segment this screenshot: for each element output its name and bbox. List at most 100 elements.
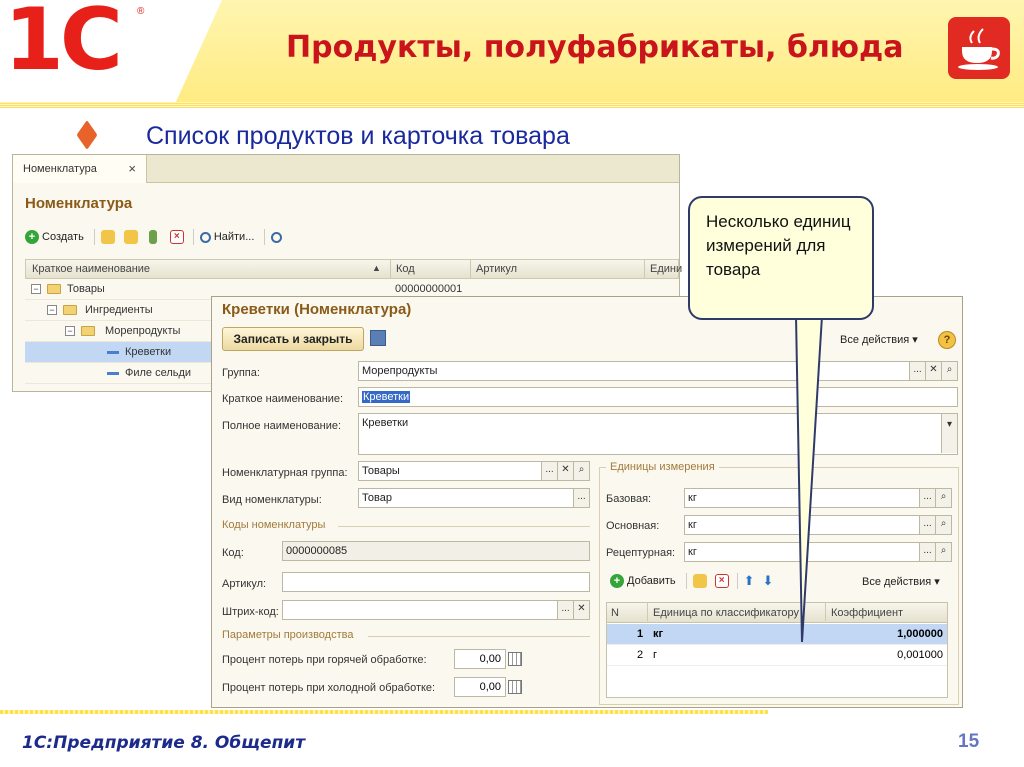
slide-subtitle: Список продуктов и карточка товара	[146, 122, 570, 150]
arrow-up-icon[interactable]: ⬆	[744, 573, 755, 589]
save-and-close-button[interactable]: Записать и закрыть	[222, 327, 364, 351]
list-header: Краткое наименование ▲ Код Артикул Едини	[25, 259, 682, 279]
create-button[interactable]: + Создать	[25, 230, 84, 244]
loss-hot-field[interactable]: 0,00	[454, 649, 506, 669]
column-article[interactable]: Артикул	[476, 263, 517, 275]
select-button[interactable]: ...	[557, 601, 573, 619]
save-icon[interactable]	[370, 330, 386, 346]
all-actions-menu[interactable]: Все действия ▾	[840, 333, 918, 346]
cancel-search-icon[interactable]	[271, 231, 283, 243]
close-icon[interactable]: ×	[128, 161, 136, 176]
footer-divider	[0, 710, 768, 714]
group-value: Морепродукты	[362, 365, 438, 377]
code-field[interactable]: 0000000085	[282, 541, 590, 561]
add-folder-icon[interactable]	[100, 230, 115, 244]
open-icon[interactable]: ⌕	[935, 489, 951, 507]
open-icon[interactable]: ⌕	[935, 543, 951, 561]
toolbar-divider	[685, 573, 687, 589]
column-unit[interactable]: Единица по классификатору	[653, 607, 799, 619]
item-icon	[107, 351, 119, 354]
full-name-field[interactable]: Креветки ▾	[358, 413, 958, 455]
clear-icon[interactable]: ✕	[557, 462, 573, 480]
nom-type-field[interactable]: Товар ...	[358, 488, 590, 508]
collapse-icon[interactable]: −	[65, 326, 75, 336]
units-section-title: Единицы измерения	[606, 461, 719, 473]
select-button[interactable]: ...	[919, 489, 935, 507]
column-coef[interactable]: Коэффициент	[831, 607, 903, 619]
sort-icon[interactable]: ▲	[372, 263, 381, 273]
copy-icon[interactable]	[123, 230, 138, 244]
column-unit[interactable]: Едини	[650, 263, 682, 275]
barcode-field[interactable]: ... ✕	[282, 600, 590, 620]
collapse-icon[interactable]: −	[31, 284, 41, 294]
group-field[interactable]: Морепродукты ... ✕ ⌕	[358, 361, 958, 381]
recipe-unit-value: кг	[688, 546, 697, 558]
production-section-title: Параметры производства	[222, 629, 354, 641]
nom-group-field[interactable]: Товары ... ✕ ⌕	[358, 461, 590, 481]
find-button[interactable]: Найти...	[199, 231, 255, 243]
nom-group-label: Номенклатурная группа:	[222, 467, 348, 479]
plus-icon: +	[25, 230, 39, 244]
clear-icon[interactable]: ✕	[573, 601, 589, 619]
copy-icon[interactable]	[692, 574, 707, 588]
select-button[interactable]: ...	[541, 462, 557, 480]
units-toolbar: + Добавить × ⬆ ⬇	[610, 573, 773, 589]
delete-icon[interactable]: ×	[714, 574, 729, 588]
calculator-icon[interactable]	[508, 680, 522, 694]
collapse-icon[interactable]: −	[47, 305, 57, 315]
full-name-value: Креветки	[362, 417, 409, 429]
units-table: N Единица по классификатору Коэффициент …	[606, 602, 948, 698]
toolbar-divider	[736, 573, 738, 589]
article-field[interactable]	[282, 572, 590, 592]
list-toolbar: + Создать × Найти...	[25, 227, 285, 247]
folder-icon	[81, 326, 95, 336]
toolbar-divider	[93, 229, 95, 245]
row-unit: г	[653, 649, 658, 661]
units-all-actions-menu[interactable]: Все действия ▾	[862, 575, 940, 588]
folder-icon	[63, 305, 77, 315]
nom-type-value: Товар	[362, 492, 392, 504]
main-unit-value: кг	[688, 519, 697, 531]
tab-bar: Номенклатура ×	[13, 155, 679, 183]
open-icon[interactable]: ⌕	[573, 462, 589, 480]
codes-section-title: Коды номенклатуры	[222, 519, 326, 531]
chevron-down-icon[interactable]: ▾	[941, 414, 957, 453]
select-button[interactable]: ...	[909, 362, 925, 380]
row-unit: кг	[653, 628, 664, 640]
row-coef: 1,000000	[897, 628, 943, 640]
footer-text: 1С:Предприятие 8. Общепит	[22, 733, 306, 753]
tab-nomenclature[interactable]: Номенклатура ×	[13, 155, 147, 183]
row-name: Морепродукты	[105, 325, 181, 337]
help-icon[interactable]: ?	[938, 331, 956, 349]
find-label: Найти...	[213, 231, 255, 243]
column-divider	[825, 603, 826, 621]
loss-cold-field[interactable]: 0,00	[454, 677, 506, 697]
nom-group-value: Товары	[362, 465, 400, 477]
edit-icon[interactable]	[148, 230, 157, 244]
slide-header: 1С ® Продукты, полуфабрикаты, блюда	[0, 0, 1024, 108]
select-button[interactable]: ...	[919, 516, 935, 534]
main-unit-field[interactable]: кг ... ⌕	[684, 515, 952, 535]
column-name[interactable]: Краткое наименование	[32, 263, 150, 275]
column-n[interactable]: N	[611, 607, 619, 619]
base-unit-field[interactable]: кг ... ⌕	[684, 488, 952, 508]
calculator-icon[interactable]	[508, 652, 522, 666]
delete-icon[interactable]: ×	[169, 230, 184, 244]
section-divider	[368, 636, 590, 637]
full-name-label: Полное наименование:	[222, 420, 342, 432]
column-code[interactable]: Код	[396, 263, 415, 275]
row-name: Ингредиенты	[85, 304, 153, 316]
short-name-field[interactable]: Креветки	[358, 387, 958, 407]
article-label: Артикул:	[222, 578, 267, 590]
table-row-selected[interactable]: 1 кг 1,000000	[607, 624, 947, 645]
clear-icon[interactable]: ✕	[925, 362, 941, 380]
open-icon[interactable]: ⌕	[935, 516, 951, 534]
slide-title: Продукты, полуфабрикаты, блюда	[286, 30, 904, 65]
add-unit-button[interactable]: + Добавить	[610, 574, 676, 588]
open-icon[interactable]: ⌕	[941, 362, 957, 380]
recipe-unit-field[interactable]: кг ... ⌕	[684, 542, 952, 562]
table-row[interactable]: 2 г 0,001000	[607, 645, 947, 666]
select-button[interactable]: ...	[573, 489, 589, 507]
select-button[interactable]: ...	[919, 543, 935, 561]
arrow-down-icon[interactable]: ⬇	[763, 573, 774, 589]
